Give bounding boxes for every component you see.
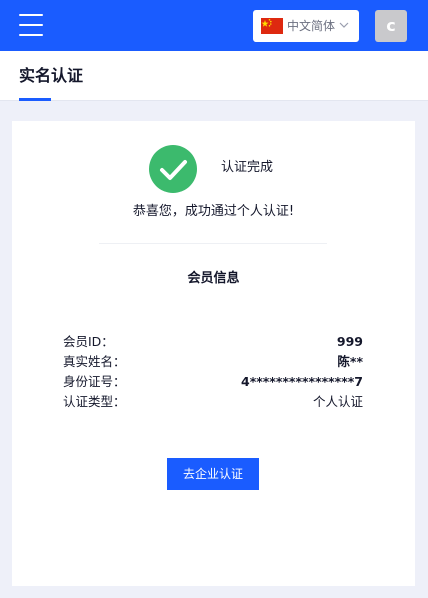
tab-real-name-auth[interactable]: 实名认证 [19, 66, 83, 86]
info-value: 4****************7 [241, 374, 363, 389]
status-message: 恭喜您，成功通过个人认证! [132, 204, 295, 219]
info-row-id-number: 身份证号： 4****************7 [63, 372, 363, 392]
chevron-down-icon [339, 22, 349, 28]
status-title: 认证完成 [221, 160, 274, 175]
info-label: 会员ID： [63, 334, 114, 349]
enterprise-auth-button[interactable]: 去企业认证 [167, 458, 259, 490]
member-info-list: 会员ID： 999 真实姓名： 陈** 身份证号： 4*************… [63, 332, 363, 412]
info-value: 个人认证 [312, 394, 363, 409]
tab-active-indicator [19, 98, 51, 101]
info-value: 999 [336, 334, 363, 349]
avatar[interactable]: c [375, 10, 407, 42]
info-value: 陈** [337, 354, 363, 369]
divider [99, 243, 327, 244]
verification-card: 认证完成 恭喜您，成功通过个人认证! 会员信息 会员ID： 999 真实姓名： … [12, 121, 415, 586]
check-circle-icon [149, 145, 197, 193]
member-info-title: 会员信息 [187, 271, 240, 286]
info-label: 身份证号： [63, 374, 126, 389]
menu-icon[interactable] [19, 14, 43, 36]
info-row-real-name: 真实姓名： 陈** [63, 352, 363, 372]
china-flag-icon [261, 18, 283, 34]
info-label: 认证类型： [63, 394, 126, 409]
language-selector[interactable]: 中文简体 [253, 10, 359, 42]
tab-bar: 实名认证 [0, 51, 428, 101]
top-bar: 中文简体 c [0, 0, 428, 51]
info-label: 真实姓名： [63, 354, 126, 369]
info-row-member-id: 会员ID： 999 [63, 332, 363, 352]
language-label: 中文简体 [287, 19, 336, 33]
info-row-auth-type: 认证类型： 个人认证 [63, 392, 363, 412]
